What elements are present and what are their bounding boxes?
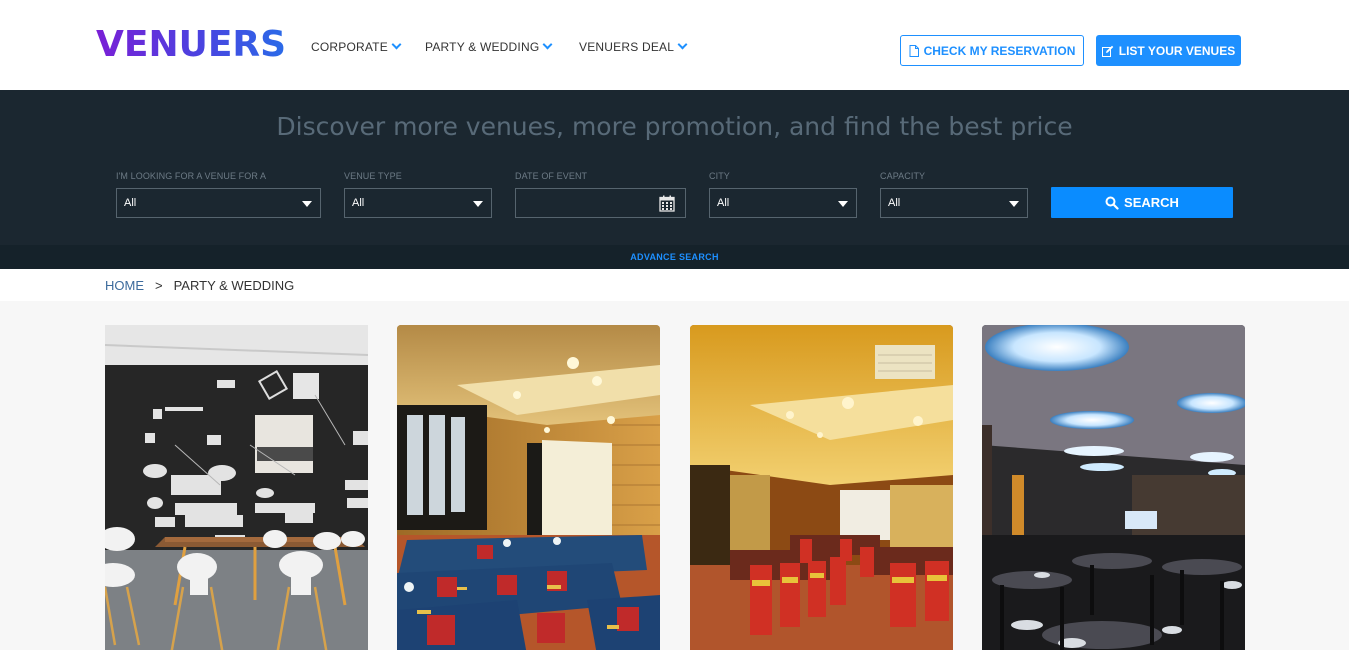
caret-down-icon [838,201,848,207]
venue-image [397,325,660,650]
nav-corporate[interactable]: CORPORATE [311,39,402,54]
search-icon [1105,196,1119,210]
venue-type-select[interactable]: All [344,188,492,218]
nav-party-wedding-label: PARTY & WEDDING [425,40,540,54]
nav-venuers-deal[interactable]: VENUERS DEAL [579,39,688,54]
chevron-down-icon [391,39,402,50]
edit-icon [1101,45,1114,57]
city-label: CITY [709,171,730,181]
caret-down-icon [302,201,312,207]
check-reservation-label: CHECK MY RESERVATION [923,43,1076,58]
list-venues-label: LIST YOUR VENUES [1118,43,1236,58]
brand-logo[interactable]: VENUERS [96,25,286,65]
venue-image [690,325,953,650]
event-purpose-select[interactable]: All [116,188,321,218]
nav-corporate-label: CORPORATE [311,40,388,54]
capacity-value: All [888,197,901,209]
venue-card-restaurant[interactable] [982,325,1245,650]
chevron-down-icon [677,39,688,50]
capacity-label: CAPACITY [880,171,926,181]
venue-type-label: VENUE TYPE [344,171,402,181]
date-of-event-input[interactable] [515,188,686,218]
date-of-event-label: DATE OF EVENT [515,171,588,181]
venue-type-value: All [352,197,365,209]
venue-card-coworking[interactable] [105,325,368,650]
nav-venuers-deal-label: VENUERS DEAL [579,40,675,54]
nav-party-wedding[interactable]: PARTY & WEDDING [425,39,553,54]
event-purpose-value: All [124,197,137,209]
advance-search-link[interactable]: ADVANCE SEARCH [0,252,1349,262]
check-reservation-button[interactable]: CHECK MY RESERVATION [900,35,1084,66]
city-value: All [717,197,730,209]
search-tagline: Discover more venues, more promotion, an… [276,112,1073,141]
venue-card-meeting-room[interactable] [397,325,660,650]
venue-image [982,325,1245,650]
city-select[interactable]: All [709,188,857,218]
venue-image [105,325,368,650]
chevron-down-icon [542,39,553,50]
breadcrumb-home[interactable]: HOME [105,278,144,293]
caret-down-icon [1009,201,1019,207]
search-button[interactable]: SEARCH [1051,187,1233,218]
search-button-label: SEARCH [1124,195,1179,210]
venue-card-banquet-hall[interactable] [690,325,953,650]
document-icon [909,44,919,57]
breadcrumb-separator: > [155,278,163,293]
list-venues-button[interactable]: LIST YOUR VENUES [1096,35,1241,66]
caret-down-icon [473,201,483,207]
breadcrumb: HOME > PARTY & WEDDING [105,278,294,293]
capacity-select[interactable]: All [880,188,1028,218]
breadcrumb-current: PARTY & WEDDING [173,278,295,293]
event-purpose-label: I'M LOOKING FOR A VENUE FOR A [116,171,267,181]
calendar-icon[interactable] [659,195,675,212]
